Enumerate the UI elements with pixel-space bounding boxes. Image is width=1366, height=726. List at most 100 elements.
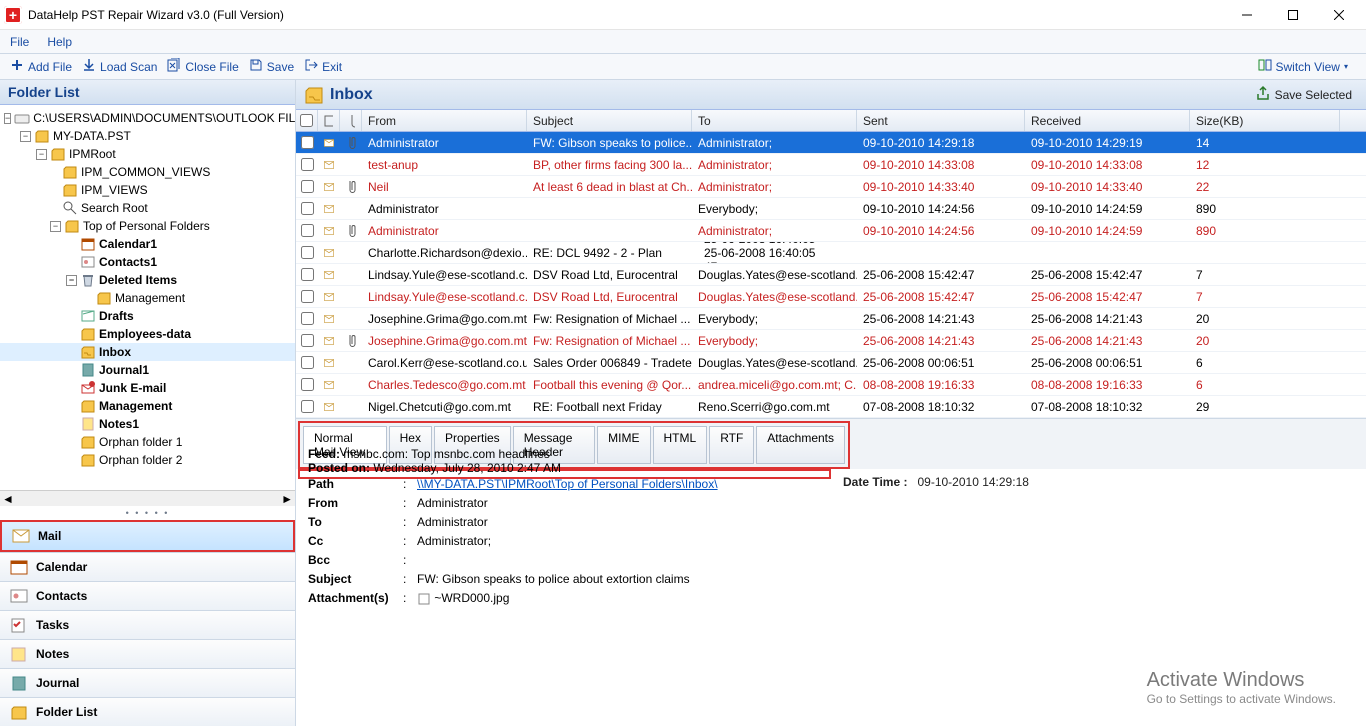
tree-hscroll[interactable]: ◄► xyxy=(0,490,295,506)
tree-pst[interactable]: −MY-DATA.PST xyxy=(0,127,295,145)
tree-root[interactable]: −C:\USERS\ADMIN\DOCUMENTS\OUTLOOK FILES\ xyxy=(0,109,295,127)
tree-common-views[interactable]: IPM_COMMON_VIEWS xyxy=(0,163,295,181)
splitter-handle[interactable]: • • • • • xyxy=(0,506,295,520)
row-checkbox[interactable] xyxy=(301,268,314,281)
select-all-checkbox[interactable] xyxy=(300,114,313,127)
mail-icon xyxy=(318,308,340,329)
tree-deleted[interactable]: −Deleted Items xyxy=(0,271,295,289)
collapse-icon[interactable]: − xyxy=(66,275,77,286)
tree-search-root[interactable]: Search Root xyxy=(0,199,295,217)
cell-sent: 09-10-2010 14:29:18 xyxy=(857,132,1025,153)
switch-view-button[interactable]: Switch View ▾ xyxy=(1254,56,1353,77)
cell-subject xyxy=(527,220,692,241)
tree-orphan2[interactable]: Orphan folder 2 xyxy=(0,451,295,469)
tree-top-personal[interactable]: −Top of Personal Folders xyxy=(0,217,295,235)
nav-notes[interactable]: Notes xyxy=(0,639,295,668)
row-checkbox[interactable] xyxy=(301,290,314,303)
tree-employees[interactable]: Employees-data xyxy=(0,325,295,343)
close-button[interactable] xyxy=(1316,0,1362,30)
cell-from: Administrator xyxy=(362,198,527,219)
menu-help[interactable]: Help xyxy=(47,35,72,49)
row-checkbox[interactable] xyxy=(301,202,314,215)
save-selected-button[interactable]: Save Selected xyxy=(1249,83,1358,106)
tree-management[interactable]: Management xyxy=(0,397,295,415)
table-row[interactable]: Nigel.Chetcuti@go.com.mtRE: Football nex… xyxy=(296,396,1366,418)
table-row[interactable]: AdministratorFW: Gibson speaks to police… xyxy=(296,132,1366,154)
nav-label: Folder List xyxy=(36,705,97,719)
tree-ipmroot[interactable]: −IPMRoot xyxy=(0,145,295,163)
add-file-button[interactable]: Add File xyxy=(6,56,76,77)
folder-icon xyxy=(50,146,66,162)
folder-tree[interactable]: −C:\USERS\ADMIN\DOCUMENTS\OUTLOOK FILES\… xyxy=(0,105,295,490)
nav-mail[interactable]: Mail xyxy=(0,520,295,552)
col-from[interactable]: From xyxy=(362,110,527,131)
minimize-button[interactable] xyxy=(1224,0,1270,30)
col-received[interactable]: Received xyxy=(1025,110,1190,131)
col-checkbox[interactable] xyxy=(296,110,318,131)
table-row[interactable]: Lindsay.Yule@ese-scotland.c...DSV Road L… xyxy=(296,264,1366,286)
menu-file[interactable]: File xyxy=(10,35,29,49)
collapse-icon[interactable]: − xyxy=(50,221,61,232)
tree-calendar[interactable]: Calendar1 xyxy=(0,235,295,253)
row-checkbox[interactable] xyxy=(301,312,314,325)
nav-journal[interactable]: Journal xyxy=(0,668,295,697)
nav-tasks[interactable]: Tasks xyxy=(0,610,295,639)
tree-inbox[interactable]: Inbox xyxy=(0,343,295,361)
save-button[interactable]: Save xyxy=(245,56,298,77)
load-scan-button[interactable]: Load Scan xyxy=(78,56,161,77)
row-checkbox[interactable] xyxy=(301,378,314,391)
datetime-label: Date Time : xyxy=(843,475,907,489)
row-checkbox[interactable] xyxy=(301,334,314,347)
tree-management-sub[interactable]: Management xyxy=(0,289,295,307)
row-checkbox[interactable] xyxy=(301,400,314,413)
col-read-icon[interactable] xyxy=(318,110,340,131)
detail-path-link[interactable]: \\MY-DATA.PST\IPMRoot\Top of Personal Fo… xyxy=(417,477,718,491)
collapse-icon[interactable]: − xyxy=(36,149,47,160)
tree-drafts[interactable]: Drafts xyxy=(0,307,295,325)
tree-contacts[interactable]: Contacts1 xyxy=(0,253,295,271)
col-sent[interactable]: Sent xyxy=(857,110,1025,131)
row-checkbox[interactable] xyxy=(301,136,314,149)
col-to[interactable]: To xyxy=(692,110,857,131)
close-file-button[interactable]: Close File xyxy=(163,56,242,77)
row-checkbox[interactable] xyxy=(301,356,314,369)
table-row[interactable]: AdministratorAdministrator;09-10-2010 14… xyxy=(296,220,1366,242)
table-row[interactable]: test-anupBP, other firms facing 300 la..… xyxy=(296,154,1366,176)
col-subject[interactable]: Subject xyxy=(527,110,692,131)
tree-notes[interactable]: Notes1 xyxy=(0,415,295,433)
exit-button[interactable]: Exit xyxy=(300,56,346,77)
table-row[interactable]: Charlotte.Richardson@dexio...RE: DCL 949… xyxy=(296,242,1366,264)
nav-calendar[interactable]: Calendar xyxy=(0,552,295,581)
nav-label: Calendar xyxy=(36,560,87,574)
table-row[interactable]: Josephine.Grima@go.com.mtFw: Resignation… xyxy=(296,330,1366,352)
nav-contacts[interactable]: Contacts xyxy=(0,581,295,610)
collapse-icon[interactable]: − xyxy=(20,131,31,142)
table-row[interactable]: AdministratorEverybody;09-10-2010 14:24:… xyxy=(296,198,1366,220)
nav-folder-list[interactable]: Folder List xyxy=(0,697,295,726)
row-checkbox[interactable] xyxy=(301,158,314,171)
table-row[interactable]: Lindsay.Yule@ese-scotland.c...DSV Road L… xyxy=(296,286,1366,308)
table-row[interactable]: Charles.Tedesco@go.com.mtFootball this e… xyxy=(296,374,1366,396)
table-row[interactable]: NeilAt least 6 dead in blast at Ch...Adm… xyxy=(296,176,1366,198)
table-row[interactable]: Carol.Kerr@ese-scotland.co.ukSales Order… xyxy=(296,352,1366,374)
collapse-icon[interactable]: − xyxy=(4,113,11,124)
table-row[interactable]: Josephine.Grima@go.com.mtFw: Resignation… xyxy=(296,308,1366,330)
scroll-right-icon[interactable]: ► xyxy=(281,492,293,506)
row-checkbox[interactable] xyxy=(301,224,314,237)
maximize-button[interactable] xyxy=(1270,0,1316,30)
grid-body[interactable]: AdministratorFW: Gibson speaks to police… xyxy=(296,132,1366,418)
attachment-icon xyxy=(340,176,362,197)
tree-views[interactable]: IPM_VIEWS xyxy=(0,181,295,199)
scroll-left-icon[interactable]: ◄ xyxy=(2,492,14,506)
row-checkbox[interactable] xyxy=(301,180,314,193)
tree-orphan1[interactable]: Orphan folder 1 xyxy=(0,433,295,451)
export-icon xyxy=(1255,85,1271,104)
tree-label: Calendar1 xyxy=(99,237,157,251)
tree-label: Management xyxy=(99,399,172,413)
tree-junk[interactable]: Junk E-mail xyxy=(0,379,295,397)
row-checkbox[interactable] xyxy=(301,246,314,259)
tree-journal[interactable]: Journal1 xyxy=(0,361,295,379)
col-attachment-icon[interactable] xyxy=(340,110,362,131)
cell-size: 20 xyxy=(1190,330,1340,351)
col-size[interactable]: Size(KB) xyxy=(1190,110,1340,131)
